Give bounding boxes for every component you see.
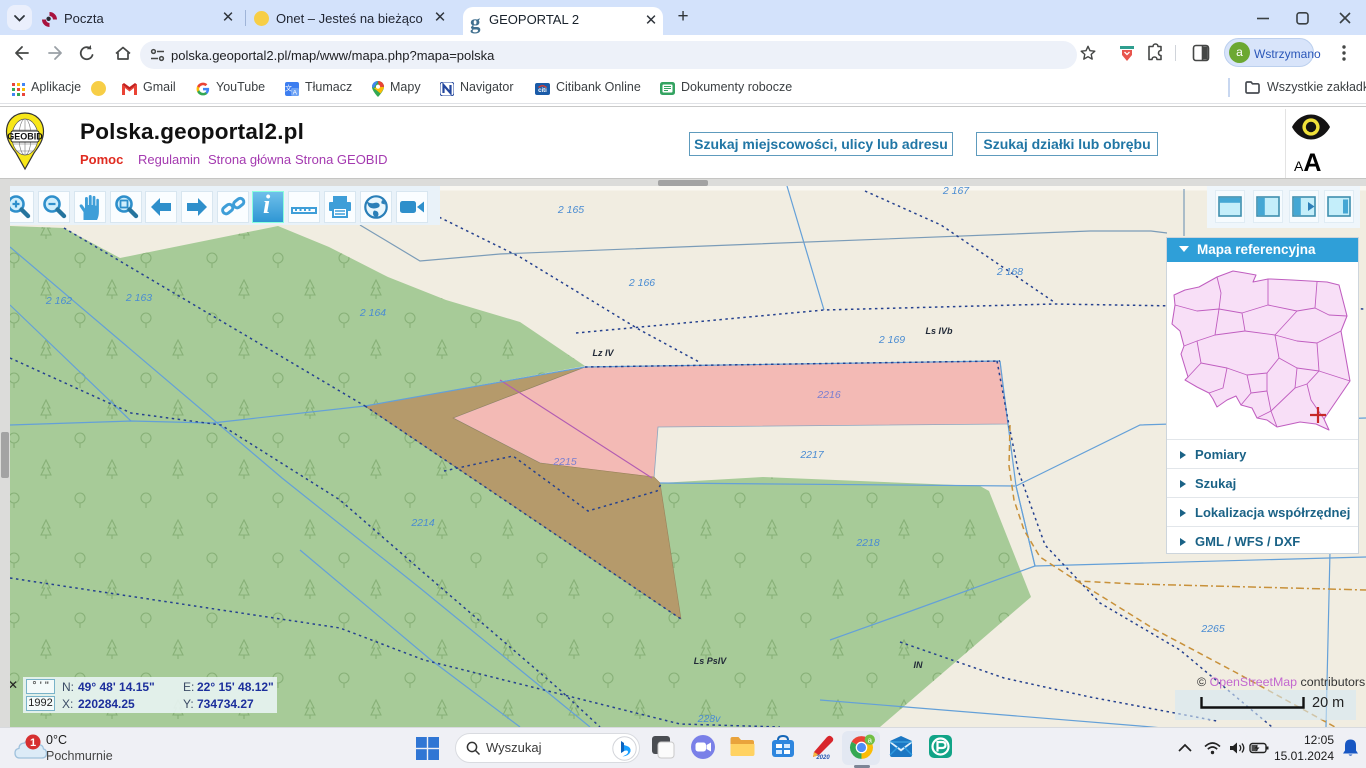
svg-text:2 162: 2 162 [45, 295, 72, 307]
svg-text:2265: 2265 [1200, 623, 1225, 635]
svg-text:2218: 2218 [855, 537, 880, 549]
svg-text:228v: 228v [697, 713, 722, 725]
svg-text:1: 1 [30, 737, 36, 749]
svg-text:Ls IVb: Ls IVb [925, 326, 953, 336]
svg-text:2 167: 2 167 [942, 186, 970, 197]
svg-text:Ls PsIV: Ls PsIV [694, 656, 728, 666]
svg-text:2020: 2020 [815, 755, 830, 761]
svg-text:A: A [293, 90, 298, 96]
svg-text:2214: 2214 [410, 517, 435, 529]
svg-text:2 165: 2 165 [557, 204, 584, 216]
svg-text:2217: 2217 [799, 449, 825, 461]
svg-text:2216: 2216 [816, 389, 841, 401]
svg-text:2 166: 2 166 [628, 277, 655, 289]
svg-text:2 163: 2 163 [125, 292, 152, 304]
svg-text:2215: 2215 [552, 456, 577, 468]
svg-text:文: 文 [285, 84, 292, 93]
svg-text:citi: citi [538, 88, 547, 94]
svg-text:IN: IN [914, 660, 924, 670]
svg-text:2 164: 2 164 [359, 307, 386, 319]
svg-text:a: a [868, 736, 873, 745]
svg-text:2 169: 2 169 [878, 334, 905, 346]
svg-text:2 168: 2 168 [996, 266, 1023, 278]
svg-text:GEOBID: GEOBID [7, 132, 43, 142]
svg-text:Lz IV: Lz IV [592, 348, 614, 358]
